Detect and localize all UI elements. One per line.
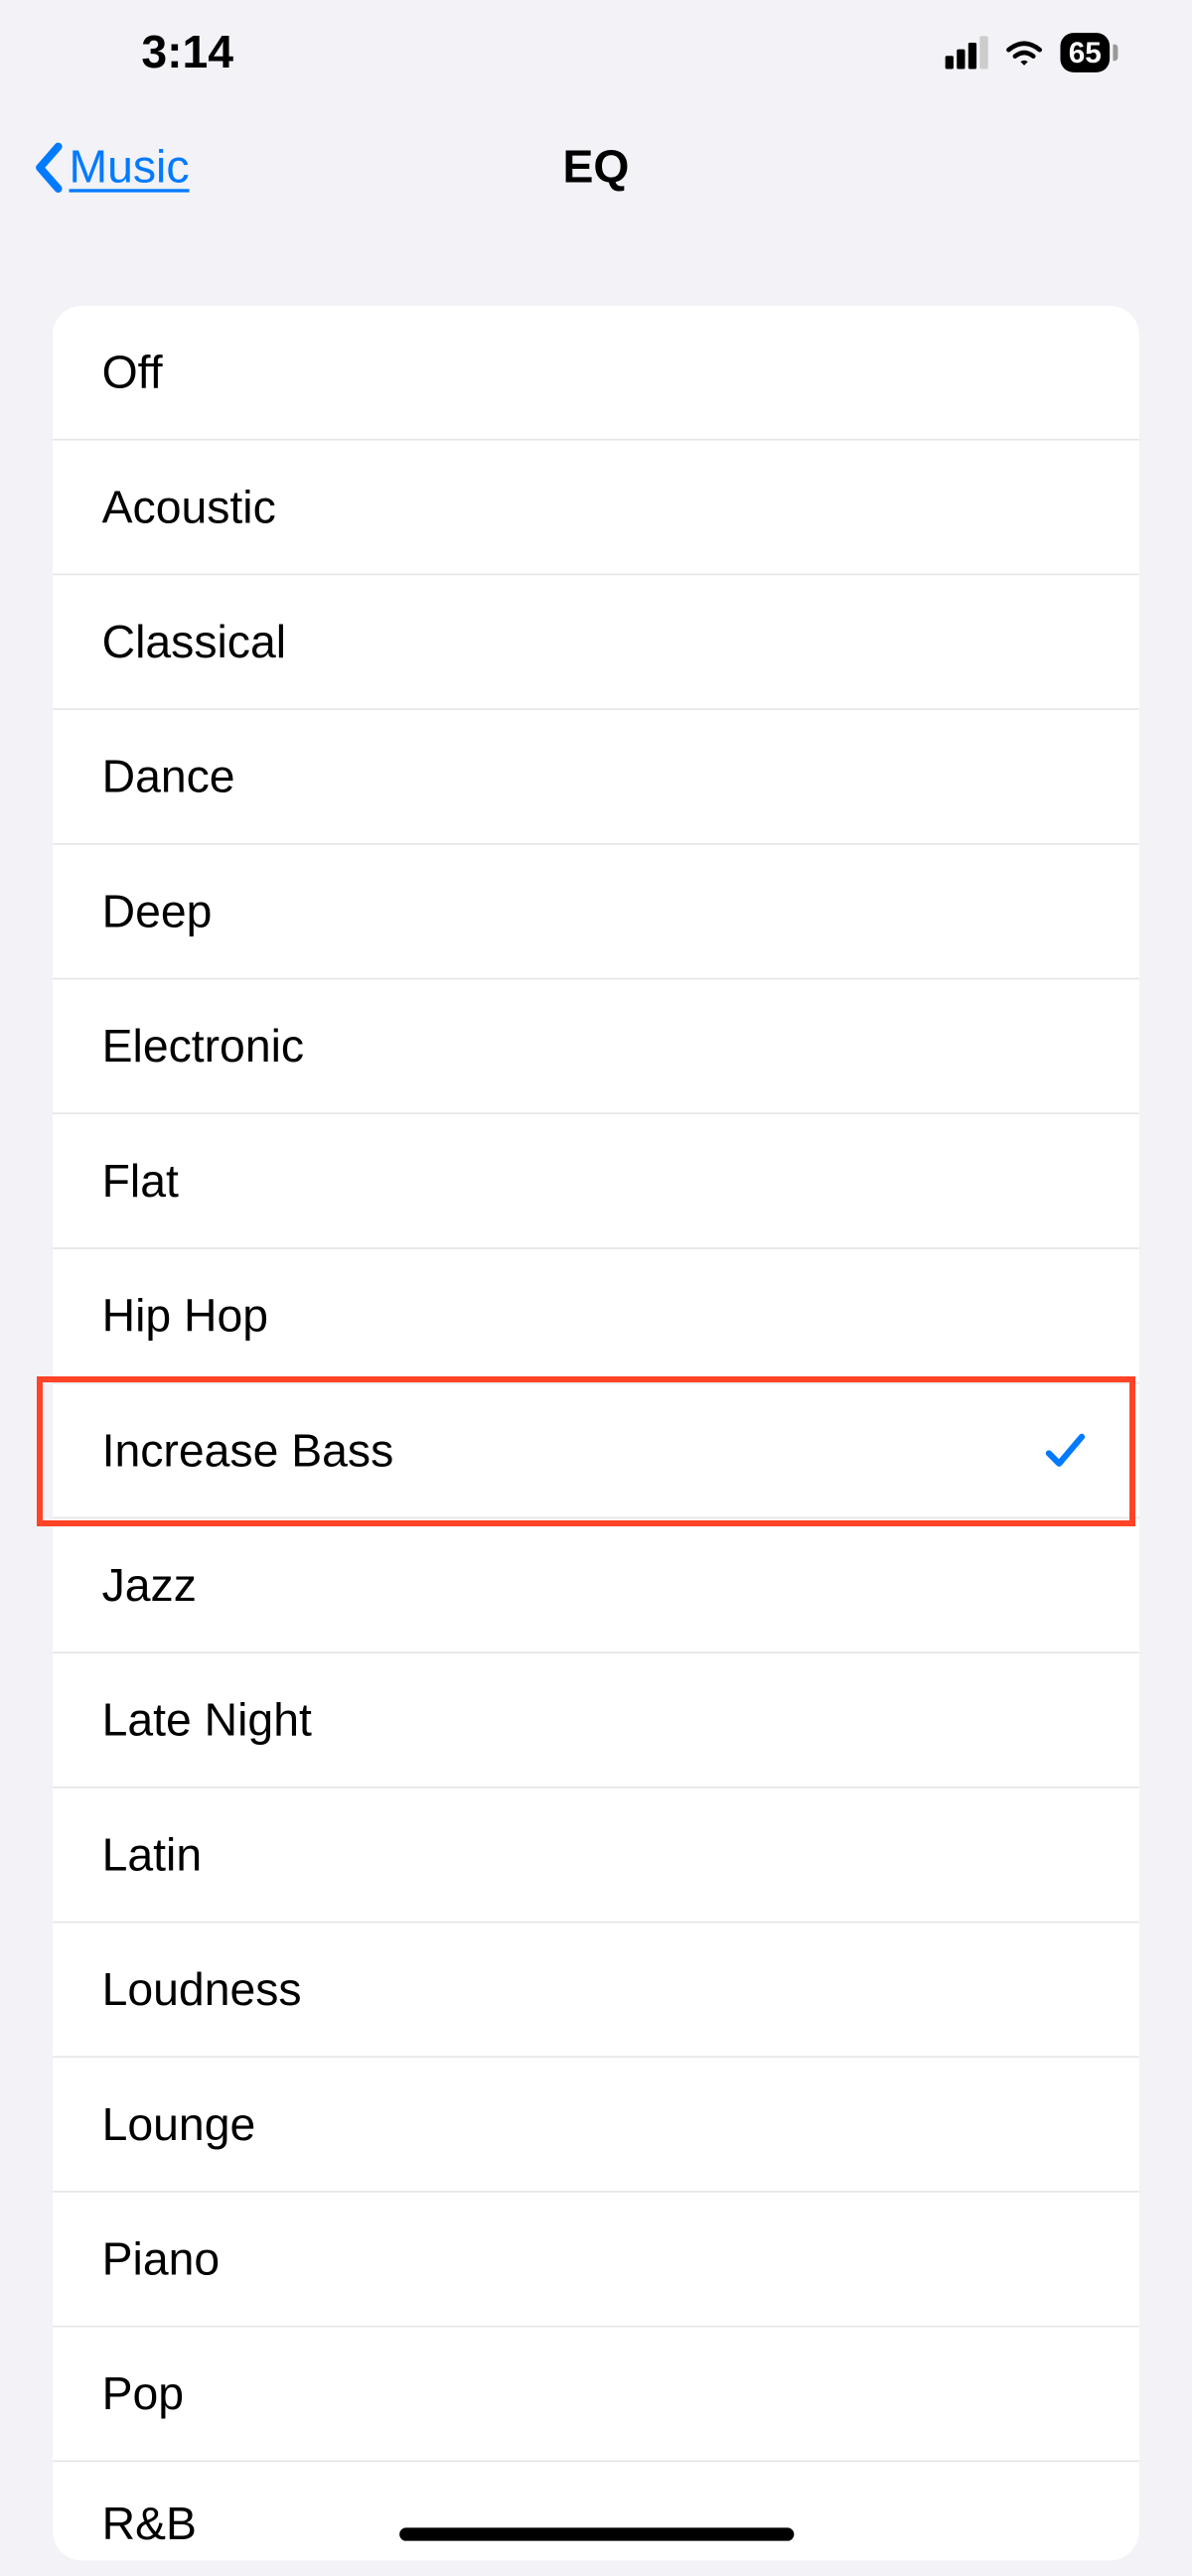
- eq-option-row[interactable]: R&B: [53, 2462, 1139, 2560]
- eq-option-row[interactable]: Lounge: [53, 2058, 1139, 2193]
- back-label: Music: [70, 141, 190, 194]
- eq-option-label: R&B: [102, 2499, 197, 2551]
- home-indicator[interactable]: [398, 2527, 793, 2540]
- status-bar: 3:14 65: [0, 0, 1192, 98]
- eq-option-row[interactable]: Off: [53, 306, 1139, 441]
- eq-option-row[interactable]: Electronic: [53, 979, 1139, 1114]
- eq-option-label: Acoustic: [102, 481, 276, 533]
- page-title: EQ: [562, 141, 629, 194]
- battery-level: 65: [1069, 36, 1102, 71]
- cellular-icon: [946, 36, 988, 69]
- content-area: Off Acoustic Classical Dance Deep Electronic F…: [0, 246, 1192, 2560]
- eq-option-label: Latin: [102, 1828, 202, 1881]
- eq-option-label: Pop: [102, 2367, 184, 2420]
- eq-option-label: Late Night: [102, 1693, 312, 1746]
- eq-option-row[interactable]: Pop: [53, 2327, 1139, 2462]
- eq-option-label: Lounge: [102, 2098, 256, 2151]
- eq-option-label: Loudness: [102, 1963, 302, 2016]
- eq-option-row[interactable]: Classical: [53, 575, 1139, 710]
- eq-option-label: Classical: [102, 616, 286, 668]
- wifi-icon: [1001, 36, 1047, 69]
- eq-option-row[interactable]: Late Night: [53, 1653, 1139, 1789]
- eq-option-row[interactable]: Deep: [53, 845, 1139, 980]
- eq-option-label: Off: [102, 346, 163, 398]
- eq-option-label: Jazz: [102, 1559, 197, 1612]
- eq-option-row[interactable]: Hip Hop: [53, 1249, 1139, 1384]
- eq-option-label: Increase Bass: [102, 1424, 394, 1477]
- navigation-bar: Music EQ: [0, 98, 1192, 246]
- eq-option-label: Piano: [102, 2232, 221, 2285]
- checkmark-icon: [1041, 1426, 1091, 1476]
- eq-option-row[interactable]: Latin: [53, 1789, 1139, 1924]
- eq-option-row[interactable]: Loudness: [53, 1923, 1139, 2058]
- eq-options-list: Off Acoustic Classical Dance Deep Electronic F…: [53, 306, 1139, 2561]
- eq-option-label: Flat: [102, 1155, 179, 1208]
- eq-option-row[interactable]: Dance: [53, 710, 1139, 845]
- eq-option-row[interactable]: Piano: [53, 2193, 1139, 2328]
- eq-option-row[interactable]: Flat: [53, 1114, 1139, 1249]
- eq-option-label: Hip Hop: [102, 1289, 268, 1342]
- eq-option-label: Dance: [102, 751, 235, 803]
- back-button[interactable]: Music: [30, 141, 190, 194]
- eq-option-row[interactable]: Acoustic: [53, 441, 1139, 576]
- eq-option-row[interactable]: Increase Bass: [53, 1384, 1139, 1519]
- battery-icon: 65: [1060, 33, 1110, 72]
- status-time: 3:14: [46, 26, 233, 78]
- eq-option-label: Deep: [102, 885, 213, 937]
- eq-option-label: Electronic: [102, 1020, 304, 1073]
- status-icons: 65: [946, 33, 1146, 72]
- eq-option-row[interactable]: Jazz: [53, 1518, 1139, 1653]
- chevron-left-icon: [30, 141, 66, 194]
